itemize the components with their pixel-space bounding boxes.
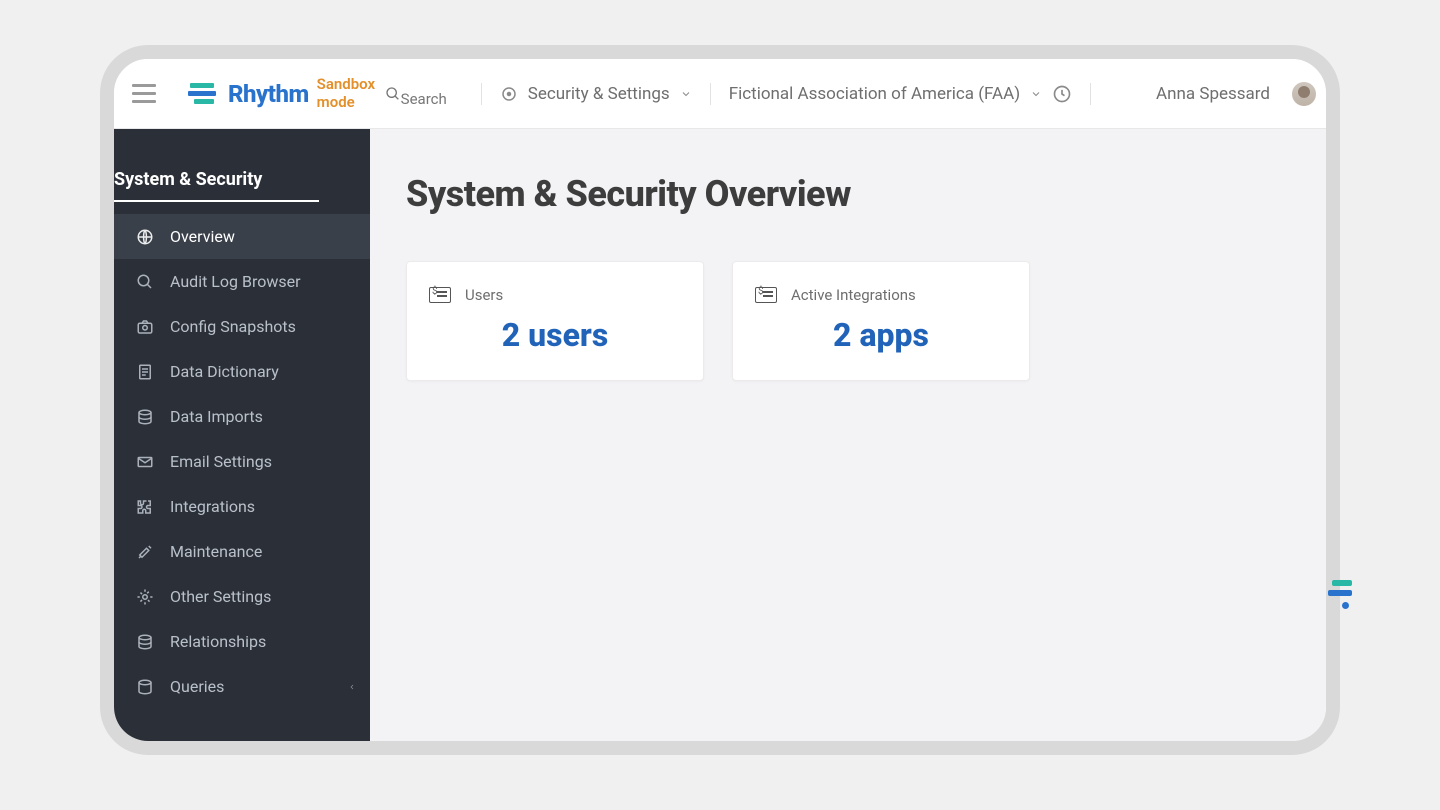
chevron-left-icon [348, 683, 356, 691]
puzzle-icon [136, 498, 154, 516]
card-label: Active Integrations [791, 286, 916, 304]
clock-icon[interactable] [1052, 84, 1072, 104]
divider [481, 83, 482, 105]
database-icon [136, 678, 154, 696]
document-icon [136, 363, 154, 381]
help-widget[interactable] [1322, 580, 1352, 609]
database-icon [136, 633, 154, 651]
sidebar-item-data-dictionary[interactable]: Data Dictionary [114, 349, 370, 394]
global-search[interactable]: Search [385, 80, 447, 108]
card-value: 2 apps [755, 316, 1007, 354]
menu-toggle-button[interactable] [132, 80, 160, 108]
globe-icon [136, 228, 154, 246]
sidebar-item-label: Config Snapshots [170, 317, 296, 336]
target-icon [500, 85, 518, 103]
database-icon [136, 408, 154, 426]
sidebar-item-config-snapshots[interactable]: Config Snapshots [114, 304, 370, 349]
context-dropdown[interactable]: Security & Settings [500, 84, 692, 104]
gear-icon [136, 588, 154, 606]
sidebar-item-integrations[interactable]: Integrations [114, 484, 370, 529]
sidebar-item-overview[interactable]: Overview [114, 214, 370, 259]
overview-cards: Users 2 users Active Integrations 2 apps [406, 261, 1286, 381]
chevron-down-icon [1030, 88, 1042, 100]
brand-logo[interactable]: Rhythm [188, 80, 309, 108]
top-header: Rhythm Sandbox mode Search Security & Se… [114, 59, 1326, 129]
sidebar-item-label: Audit Log Browser [170, 272, 301, 291]
app-root: Rhythm Sandbox mode Search Security & Se… [114, 59, 1326, 741]
divider [710, 83, 711, 105]
card-users[interactable]: Users 2 users [406, 261, 704, 381]
sidebar: System & Security Overview Audit Log Bro… [114, 129, 370, 741]
device-frame: Rhythm Sandbox mode Search Security & Se… [100, 45, 1340, 755]
sidebar-item-data-imports[interactable]: Data Imports [114, 394, 370, 439]
sidebar-item-label: Other Settings [170, 587, 271, 606]
brand-logo-text: Rhythm [228, 80, 309, 108]
sidebar-item-relationships[interactable]: Relationships [114, 619, 370, 664]
sidebar-item-other-settings[interactable]: Other Settings [114, 574, 370, 619]
sidebar-item-label: Data Imports [170, 407, 263, 426]
sidebar-item-label: Relationships [170, 632, 266, 651]
sandbox-mode-label: Sandbox mode [317, 76, 385, 111]
user-name: Anna Spessard [1156, 84, 1270, 104]
sidebar-item-queries[interactable]: Queries [114, 664, 370, 709]
sidebar-item-label: Maintenance [170, 542, 262, 561]
search-label: Search [401, 90, 447, 108]
context-label: Security & Settings [528, 84, 670, 104]
sidebar-section-title: System & Security [114, 169, 319, 202]
sidebar-item-audit-log[interactable]: Audit Log Browser [114, 259, 370, 304]
sidebar-item-maintenance[interactable]: Maintenance [114, 529, 370, 574]
org-label: Fictional Association of America (FAA) [729, 84, 1020, 104]
divider [1090, 83, 1091, 105]
card-label: Users [465, 286, 503, 304]
brand-logo-mark [188, 82, 220, 106]
sidebar-nav: Overview Audit Log Browser Config Snapsh… [114, 214, 370, 709]
card-badge-icon [755, 287, 777, 303]
envelope-icon [136, 453, 154, 471]
sidebar-item-label: Queries [170, 677, 224, 696]
card-active-integrations[interactable]: Active Integrations 2 apps [732, 261, 1030, 381]
app-body: System & Security Overview Audit Log Bro… [114, 129, 1326, 741]
search-icon [385, 86, 401, 102]
user-menu[interactable]: Anna Spessard [1156, 82, 1316, 106]
sidebar-item-label: Data Dictionary [170, 362, 279, 381]
card-badge-icon [429, 287, 451, 303]
sidebar-item-email-settings[interactable]: Email Settings [114, 439, 370, 484]
card-value: 2 users [429, 316, 681, 354]
search-icon [136, 273, 154, 291]
camera-icon [136, 318, 154, 336]
avatar [1292, 82, 1316, 106]
org-dropdown[interactable]: Fictional Association of America (FAA) [729, 84, 1042, 104]
tools-icon [136, 543, 154, 561]
page-title: System & Security Overview [406, 173, 1286, 215]
main-content: System & Security Overview Users 2 users… [370, 129, 1326, 741]
chevron-down-icon [680, 88, 692, 100]
sidebar-item-label: Email Settings [170, 452, 272, 471]
sidebar-item-label: Integrations [170, 497, 255, 516]
sidebar-item-label: Overview [170, 227, 235, 246]
